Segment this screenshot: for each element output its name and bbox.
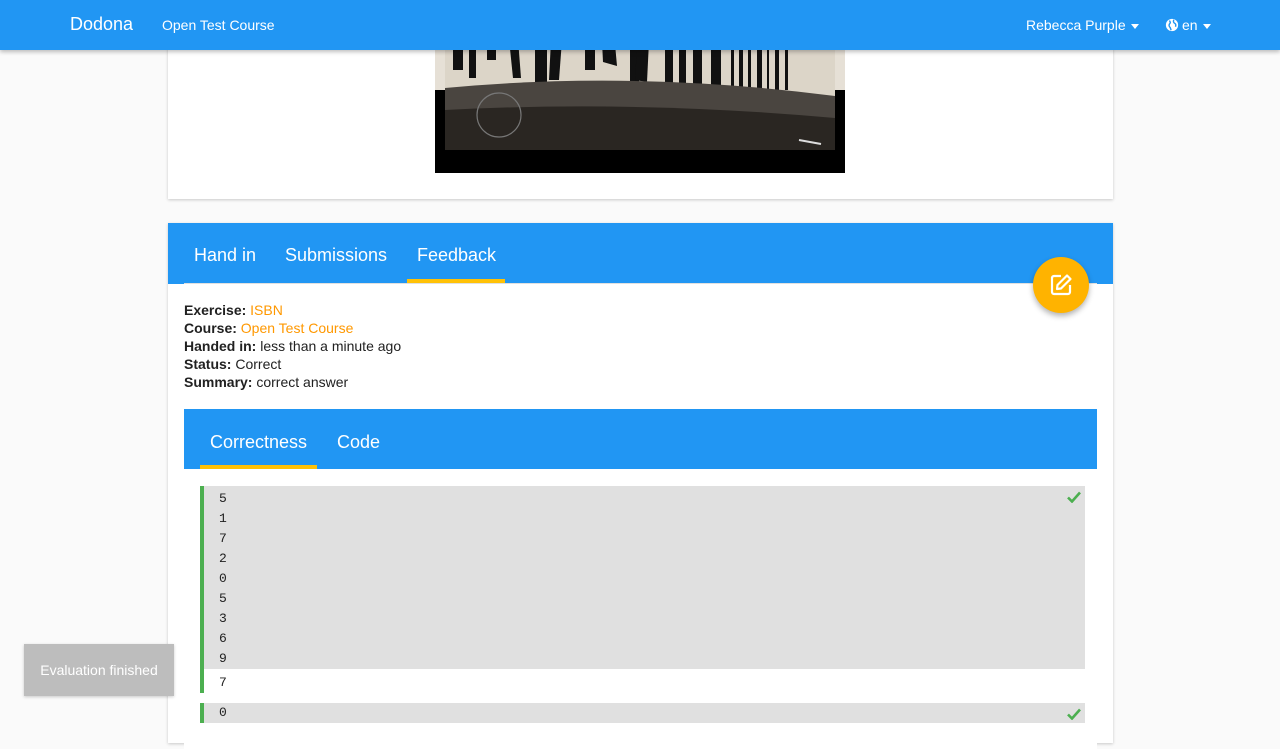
summary-value: correct answer <box>256 374 349 390</box>
submission-card: Hand in Submissions Feedback Exercise: I… <box>168 223 1113 749</box>
status-value: Correct <box>235 356 282 372</box>
check-icon <box>1067 491 1081 503</box>
tab-submissions[interactable]: Submissions <box>285 245 387 266</box>
summary-label: Summary: <box>184 374 253 390</box>
testcase: 5 1 7 2 0 5 3 6 9 7 <box>200 486 1085 693</box>
tab-divider <box>184 283 1097 284</box>
exercise-row: Exercise: ISBN <box>184 301 401 319</box>
feedback-card: Correctness Code 5 1 7 2 0 5 3 6 9 7 0 <box>184 409 1097 749</box>
handed-in-value: less than a minute ago <box>260 338 402 354</box>
nav-course-link[interactable]: Open Test Course <box>162 17 275 33</box>
exercise-label: Exercise: <box>184 302 247 318</box>
navbar: Dodona Open Test Course Rebecca Purple e… <box>0 0 1280 50</box>
course-link[interactable]: Open Test Course <box>241 320 354 336</box>
testcase-line: 5 <box>219 491 227 506</box>
tab-code[interactable]: Code <box>337 432 380 453</box>
status-row: Status: Correct <box>184 355 401 373</box>
testcase-line: 3 <box>219 611 227 626</box>
check-icon <box>1067 708 1081 720</box>
tab-feedback[interactable]: Feedback <box>417 245 496 266</box>
main-tab-bar: Hand in Submissions Feedback <box>168 223 1113 284</box>
tab-correctness[interactable]: Correctness <box>210 432 307 453</box>
testcase-line: 6 <box>219 631 227 646</box>
testcase-line: 1 <box>219 511 227 526</box>
course-row: Course: Open Test Course <box>184 319 401 337</box>
active-feedback-tab-indicator <box>200 465 317 469</box>
brand-link[interactable]: Dodona <box>70 14 133 35</box>
testcase-line: 0 <box>219 571 227 586</box>
user-name: Rebecca Purple <box>1026 17 1126 33</box>
submission-details: Exercise: ISBN Course: Open Test Course … <box>184 301 401 391</box>
course-label: Course: <box>184 320 237 336</box>
caret-down-icon <box>1130 23 1139 29</box>
testcase-input: 0 <box>204 703 1085 723</box>
edit-fab-button[interactable] <box>1033 257 1089 313</box>
feedback-tab-bar: Correctness Code <box>184 409 1097 469</box>
testcase-line: 5 <box>219 591 227 606</box>
exercise-link[interactable]: ISBN <box>250 302 283 318</box>
handed-in-row: Handed in: less than a minute ago <box>184 337 401 355</box>
testcase-output: 7 <box>219 675 227 690</box>
tab-hand-in[interactable]: Hand in <box>194 245 256 266</box>
handed-in-label: Handed in: <box>184 338 257 354</box>
language-label: en <box>1182 17 1198 33</box>
testcase-line: 7 <box>219 531 227 546</box>
summary-row: Summary: correct answer <box>184 373 401 391</box>
testcase: 0 <box>200 703 1085 723</box>
testcase-line: 0 <box>219 705 227 720</box>
globe-icon <box>1165 18 1179 32</box>
edit-icon <box>1050 274 1072 296</box>
language-menu[interactable]: en <box>1165 17 1211 33</box>
testcase-input: 5 1 7 2 0 5 3 6 9 <box>204 486 1085 669</box>
status-label: Status: <box>184 356 232 372</box>
testcase-line: 9 <box>219 651 227 666</box>
evaluation-toast: Evaluation finished <box>24 644 174 696</box>
testcase-line: 2 <box>219 551 227 566</box>
user-menu[interactable]: Rebecca Purple <box>1026 17 1139 33</box>
caret-down-icon <box>1202 23 1211 29</box>
